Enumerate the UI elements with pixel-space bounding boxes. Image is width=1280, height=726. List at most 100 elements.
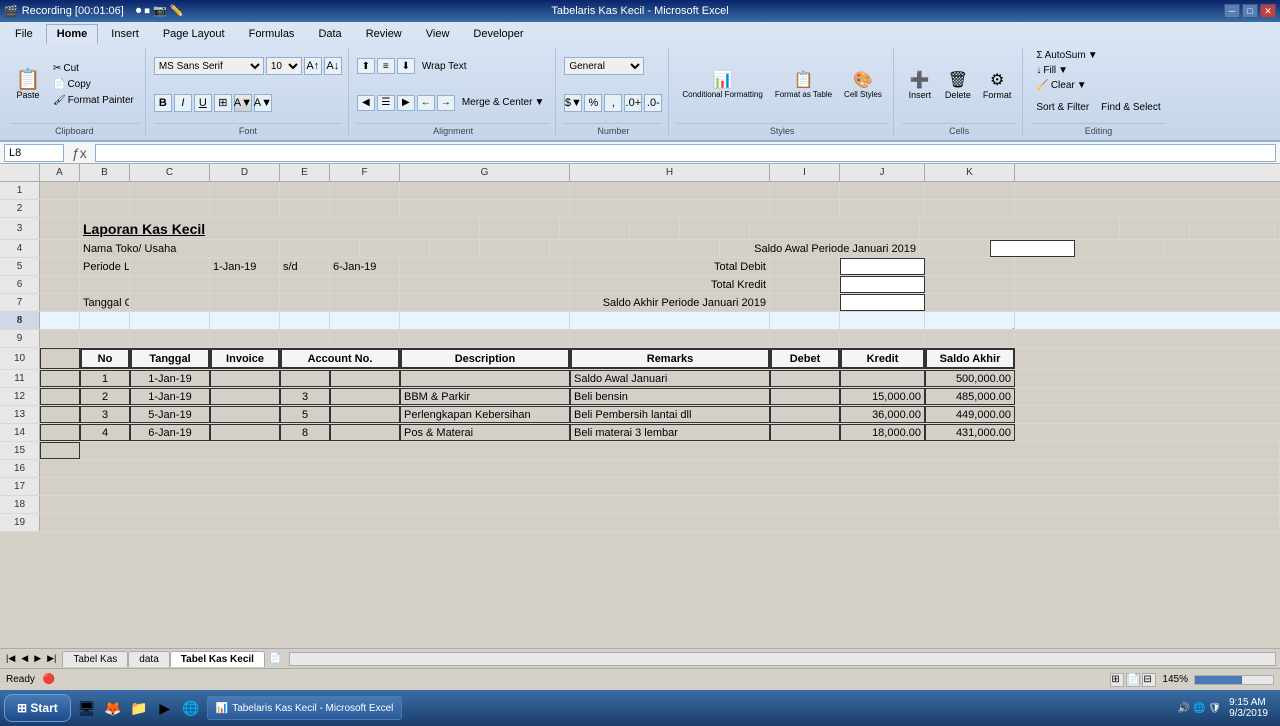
increase-indent-button[interactable]: → <box>437 95 455 111</box>
cell-b9[interactable] <box>80 330 130 347</box>
cell-i7[interactable] <box>770 294 840 311</box>
cell-h13[interactable]: Beli Pembersih lantai dll <box>570 406 770 423</box>
cell-e10[interactable]: Account No. <box>280 348 400 369</box>
cell-i14[interactable] <box>770 424 840 441</box>
function-icon[interactable]: ƒx <box>68 145 91 161</box>
show-desktop-button[interactable]: 🖥 <box>75 696 99 720</box>
minimize-button[interactable]: ─ <box>1224 4 1240 18</box>
sheet-tab-tabel-kas[interactable]: Tabel Kas <box>62 651 128 667</box>
cell-k7[interactable] <box>925 294 1015 311</box>
file-manager-button[interactable]: 📁 <box>127 696 151 720</box>
cell-f6[interactable] <box>330 276 400 293</box>
cell-f8[interactable] <box>330 312 400 329</box>
cell-a7[interactable] <box>40 294 80 311</box>
cell-b13[interactable]: 3 <box>80 406 130 423</box>
cell-k8[interactable]: ✚ <box>925 312 1015 329</box>
insert-button[interactable]: ➕ Insert <box>902 59 938 111</box>
cell-k4[interactable] <box>1075 240 1165 257</box>
cell-b2[interactable] <box>80 200 130 217</box>
cell-k5[interactable] <box>925 258 1015 275</box>
cell-d11[interactable] <box>210 370 280 387</box>
cell-k13[interactable]: 449,000.00 <box>925 406 1015 423</box>
cell-c8[interactable] <box>130 312 210 329</box>
cell-j11[interactable] <box>840 370 925 387</box>
cell-b1[interactable] <box>80 182 130 199</box>
col-header-k[interactable]: K <box>925 164 1015 181</box>
cell-g3[interactable] <box>750 218 920 239</box>
cell-e8[interactable] <box>280 312 330 329</box>
merge-center-button[interactable]: Merge & Center▼ <box>457 95 550 110</box>
cell-d6[interactable] <box>210 276 280 293</box>
col-header-f[interactable]: F <box>330 164 400 181</box>
format-button[interactable]: ⚙ Format <box>978 59 1017 111</box>
col-header-c[interactable]: C <box>130 164 210 181</box>
cell-g14[interactable]: Pos & Materai <box>400 424 570 441</box>
close-button[interactable]: ✕ <box>1260 4 1276 18</box>
tab-developer[interactable]: Developer <box>462 24 534 44</box>
tab-home[interactable]: Home <box>46 24 99 44</box>
col-header-a[interactable]: A <box>40 164 80 181</box>
cell-g10[interactable]: Description <box>400 348 570 369</box>
cell-h3[interactable] <box>920 218 1120 239</box>
firefox-button[interactable]: 🦊 <box>101 696 125 720</box>
maximize-button[interactable]: □ <box>1242 4 1258 18</box>
cell-i1[interactable] <box>770 182 840 199</box>
cell-g7[interactable] <box>400 294 570 311</box>
tab-insert[interactable]: Insert <box>100 24 150 44</box>
tab-data[interactable]: Data <box>307 24 352 44</box>
font-name-select[interactable]: MS Sans Serif <box>154 57 264 75</box>
cell-j6[interactable] <box>840 276 925 293</box>
cell-j9[interactable] <box>840 330 925 347</box>
bold-button[interactable]: B <box>154 94 172 112</box>
conditional-formatting-button[interactable]: 📊 Conditional Formatting <box>677 59 767 111</box>
cell-i5[interactable] <box>770 258 840 275</box>
cell-b11[interactable]: 1 <box>80 370 130 387</box>
cell-e2[interactable] <box>280 200 330 217</box>
cell-f12[interactable] <box>330 388 400 405</box>
cell-a10[interactable] <box>40 348 80 369</box>
cell-d12[interactable] <box>210 388 280 405</box>
wrap-text-button[interactable]: Wrap Text <box>417 59 472 74</box>
font-color-button[interactable]: A▼ <box>254 94 272 112</box>
currency-button[interactable]: $▼ <box>564 94 582 112</box>
cell-g13[interactable]: Perlengkapan Kebersihan <box>400 406 570 423</box>
cell-f14[interactable] <box>330 424 400 441</box>
tab-formulas[interactable]: Formulas <box>238 24 306 44</box>
cell-i3[interactable] <box>1120 218 1190 239</box>
cell-h2[interactable] <box>570 200 770 217</box>
taskbar-excel-item[interactable]: 📊 Tabelaris Kas Kecil - Microsoft Excel <box>207 696 403 720</box>
cell-b14[interactable]: 4 <box>80 424 130 441</box>
increase-decimal-button[interactable]: .0+ <box>624 94 642 112</box>
cell-g5[interactable] <box>400 258 570 275</box>
tab-next-button[interactable]: ▶ <box>32 653 43 664</box>
cell-h1[interactable] <box>570 182 770 199</box>
cell-a8[interactable] <box>40 312 80 329</box>
cell-c9[interactable] <box>130 330 210 347</box>
cell-c14[interactable]: 6-Jan-19 <box>130 424 210 441</box>
decrease-indent-button[interactable]: ← <box>417 95 435 111</box>
cell-i4[interactable] <box>920 240 990 257</box>
col-header-j[interactable]: J <box>840 164 925 181</box>
cell-g2[interactable] <box>400 200 570 217</box>
tab-page-layout[interactable]: Page Layout <box>152 24 236 44</box>
font-size-select[interactable]: 10 <box>266 57 302 75</box>
cell-c3[interactable] <box>480 218 560 239</box>
tab-review[interactable]: Review <box>355 24 413 44</box>
cell-c11[interactable]: 1-Jan-19 <box>130 370 210 387</box>
find-select-button[interactable]: Find & Select <box>1096 93 1165 121</box>
cell-f2[interactable] <box>330 200 400 217</box>
cell-d9[interactable] <box>210 330 280 347</box>
col-header-g[interactable]: G <box>400 164 570 181</box>
italic-button[interactable]: I <box>174 94 192 112</box>
cell-a3[interactable] <box>40 218 80 239</box>
cell-d13[interactable] <box>210 406 280 423</box>
cell-b7[interactable]: Tanggal Cetak : <box>80 294 130 311</box>
cell-d14[interactable] <box>210 424 280 441</box>
cell-b3[interactable]: Laporan Kas Kecil <box>80 218 480 239</box>
cell-i8[interactable] <box>770 312 840 329</box>
cell-h14[interactable]: Beli materai 3 lembar <box>570 424 770 441</box>
page-break-view-button[interactable]: ⊟ <box>1142 673 1156 687</box>
cut-button[interactable]: ✂ Cut <box>48 61 139 76</box>
cell-f4[interactable] <box>480 240 550 257</box>
cell-b4[interactable]: Nama Toko/ Usaha <box>80 240 280 257</box>
